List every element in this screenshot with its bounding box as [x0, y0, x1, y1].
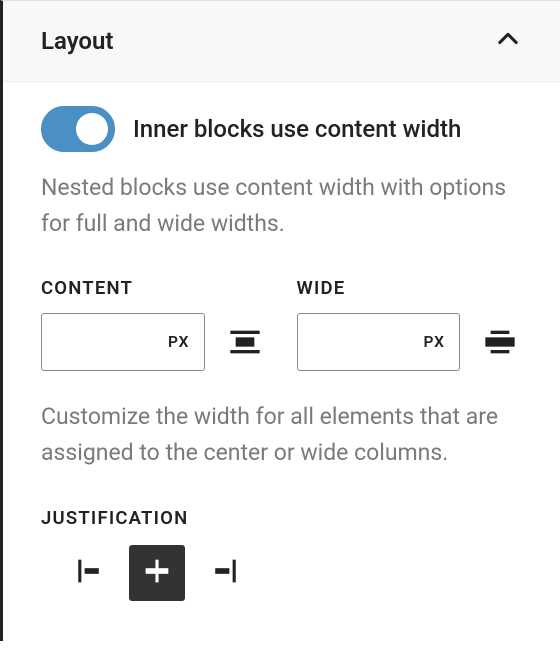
inner-blocks-help-text: Nested blocks use content width with opt… [41, 170, 522, 241]
panel-title: Layout [41, 27, 113, 55]
justification-buttons [41, 545, 522, 601]
justify-left-icon [74, 554, 108, 592]
wide-width-input[interactable]: PX [297, 313, 461, 371]
wide-input-pair: PX [297, 313, 523, 371]
toggle-knob [76, 113, 108, 145]
layout-panel-body: Inner blocks use content width Nested bl… [3, 82, 560, 641]
width-help-text: Customize the width for all elements tha… [41, 399, 522, 470]
inner-blocks-toggle-label: Inner blocks use content width [133, 115, 461, 143]
content-width-unit: PX [168, 333, 189, 351]
content-width-label: CONTENT [41, 277, 267, 299]
content-width-reset-button[interactable] [223, 320, 267, 364]
wide-width-unit: PX [424, 333, 445, 351]
justify-center-icon [140, 554, 174, 592]
content-width-field: CONTENT PX [41, 277, 267, 371]
inner-blocks-toggle[interactable] [41, 106, 115, 152]
wide-width-field: WIDE PX [297, 277, 523, 371]
layout-panel-header[interactable]: Layout [3, 1, 560, 82]
align-content-icon [229, 324, 261, 360]
wide-width-label: WIDE [297, 277, 523, 299]
justify-left-button[interactable] [63, 545, 119, 601]
chevron-up-icon [494, 25, 522, 57]
justify-right-button[interactable] [195, 545, 251, 601]
width-controls-row: CONTENT PX WIDE PX [41, 277, 522, 371]
content-width-input[interactable]: PX [41, 313, 205, 371]
align-wide-icon [484, 324, 516, 360]
justify-center-button[interactable] [129, 545, 185, 601]
inner-blocks-toggle-row: Inner blocks use content width [41, 106, 522, 152]
justify-right-icon [206, 554, 240, 592]
content-input-pair: PX [41, 313, 267, 371]
wide-width-reset-button[interactable] [478, 320, 522, 364]
justification-label: JUSTIFICATION [41, 507, 522, 529]
